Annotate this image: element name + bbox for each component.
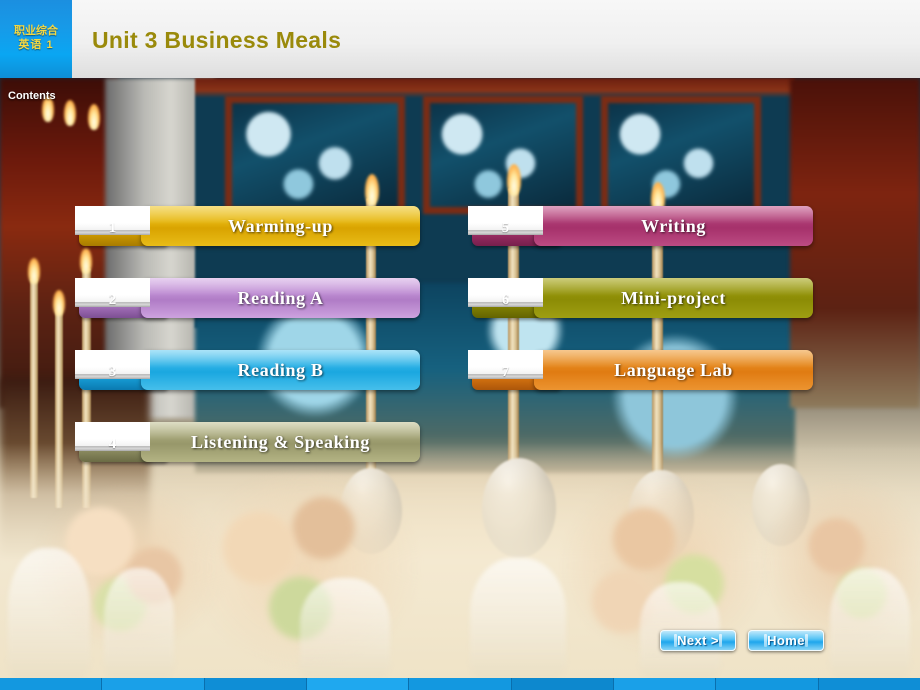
next-button-label: Next > xyxy=(677,633,719,648)
menu-item-label: Writing xyxy=(641,215,706,236)
logo-line-2: 英语 1 xyxy=(18,39,54,51)
window-pane xyxy=(423,96,583,214)
menu-item-label: Reading A xyxy=(237,287,324,308)
bottom-progress-segment xyxy=(716,678,819,690)
menu-item-pill[interactable]: Language Lab xyxy=(534,350,813,390)
menu-item-label: Warming-up xyxy=(227,215,334,236)
menu-item-language-lab[interactable]: Language Lab 7 xyxy=(468,350,813,390)
menu-item-pill[interactable]: Mini-project xyxy=(534,278,813,318)
bottom-progress-segment xyxy=(613,678,717,690)
menu-item-label: Mini-project xyxy=(621,287,726,308)
menu-item-number: 2 xyxy=(108,292,117,308)
bottom-progress-segment xyxy=(204,678,307,690)
menu-item-label: Language Lab xyxy=(614,359,733,380)
logo-line-1: 职业综合 xyxy=(14,25,58,38)
glassware xyxy=(104,568,174,678)
menu-item-reading-a[interactable]: Reading A 2 xyxy=(75,278,420,318)
course-logo: 职业综合 英语 1 xyxy=(0,0,72,78)
menu-item-pill[interactable]: Listening & Speaking xyxy=(141,422,420,462)
bottom-progress-segment xyxy=(306,678,410,690)
menu-item-number: 3 xyxy=(108,364,117,380)
glassware xyxy=(300,578,390,678)
home-button[interactable]: Home xyxy=(748,630,824,651)
bottom-progress-segment xyxy=(0,678,103,690)
button-edge-tick-icon xyxy=(804,634,808,647)
slide: 职业综合 英语 1 Unit 3 Business Meals Contents… xyxy=(0,0,920,690)
page-title-unit: Unit 3 xyxy=(92,27,158,53)
glassware xyxy=(830,568,910,678)
menu-item-label: Reading B xyxy=(237,359,324,380)
button-edge-tick-icon xyxy=(764,634,768,647)
bottom-progress-segment xyxy=(409,678,512,690)
contents-label: Contents xyxy=(8,90,56,102)
menu-item-pill[interactable]: Reading A xyxy=(141,278,420,318)
page-title-subject: Business Meals xyxy=(164,27,342,53)
bottom-progress-segment xyxy=(102,678,205,690)
menu-item-mini-project[interactable]: Mini-project 6 xyxy=(468,278,813,318)
window-pane xyxy=(601,96,761,214)
slide-header: 职业综合 英语 1 Unit 3 Business Meals xyxy=(0,0,920,78)
menu-item-number: 4 xyxy=(108,436,117,452)
menu-item-pill[interactable]: Warming-up xyxy=(141,206,420,246)
menu-item-number: 7 xyxy=(501,364,510,380)
menu-item-label: Listening & Speaking xyxy=(190,431,371,452)
bottom-progress-bar xyxy=(0,678,920,690)
menu-item-number: 1 xyxy=(108,220,117,236)
bottom-progress-segment xyxy=(818,678,920,690)
glassware xyxy=(8,548,90,678)
page-title: Unit 3 Business Meals xyxy=(92,27,341,54)
menu-item-number: 6 xyxy=(501,292,510,308)
glassware xyxy=(470,558,566,678)
menu-item-writing[interactable]: Writing 5 xyxy=(468,206,813,246)
menu-item-pill[interactable]: Reading B xyxy=(141,350,420,390)
button-edge-tick-icon xyxy=(718,634,722,647)
next-button[interactable]: Next > xyxy=(660,630,736,651)
menu-item-warming-up[interactable]: Warming-up 1 xyxy=(75,206,420,246)
menu-item-number: 5 xyxy=(501,220,510,236)
menu-item-listening-and-speaking[interactable]: Listening & Speaking 4 xyxy=(75,422,420,462)
button-edge-tick-icon xyxy=(674,634,678,647)
menu-item-pill[interactable]: Writing xyxy=(534,206,813,246)
menu-item-reading-b[interactable]: Reading B 3 xyxy=(75,350,420,390)
home-button-label: Home xyxy=(767,633,805,648)
bottom-progress-segment xyxy=(511,678,614,690)
